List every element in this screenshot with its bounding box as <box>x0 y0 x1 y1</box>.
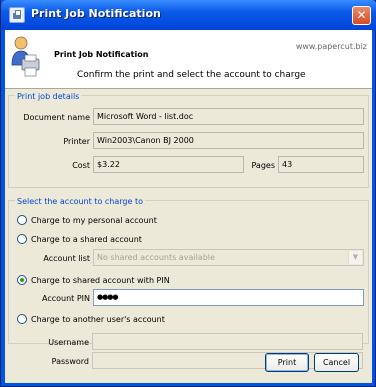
account-pin-label: Account PIN <box>41 294 90 303</box>
account-list-value: No shared accounts available <box>97 253 215 262</box>
account-pin-field[interactable]: ●●●● <box>93 289 364 306</box>
cost-field: $3.22 <box>93 156 244 173</box>
account-list-label: Account list <box>43 254 90 263</box>
close-button[interactable]: ✕ <box>352 6 371 25</box>
select-account-group: Select the account to charge to Charge t… <box>8 197 369 344</box>
header-url[interactable]: www.papercut.biz <box>296 42 367 51</box>
dialog-window: Print Job Notification ✕ Print Job Notif… <box>0 0 376 387</box>
document-name-field: Microsoft Word - list.doc <box>93 108 364 125</box>
radio-shared-account[interactable] <box>17 234 27 244</box>
close-icon: ✕ <box>356 8 367 22</box>
radio-personal-account[interactable] <box>17 215 27 225</box>
radio-shared-account-pin[interactable] <box>17 275 27 285</box>
radio-another-user-account-label[interactable]: Charge to another user's account <box>31 315 165 324</box>
password-label: Password <box>51 357 89 366</box>
username-field[interactable] <box>92 333 363 350</box>
header-message: Confirm the print and select the account… <box>77 70 306 80</box>
username-label: Username <box>48 338 89 347</box>
header-title: Print Job Notification <box>54 50 149 59</box>
document-name-label: Document name <box>23 113 90 122</box>
group-title: Print job details <box>15 92 82 101</box>
printer-field: Win2003\Canon BJ 2000 <box>93 132 364 149</box>
window-title: Print Job Notification <box>31 7 161 20</box>
chevron-down-icon[interactable]: ▼ <box>348 251 362 264</box>
pages-field: 43 <box>278 156 364 173</box>
user-printer-icon <box>11 36 40 77</box>
radio-personal-account-label[interactable]: Charge to my personal account <box>31 216 157 225</box>
radio-another-user-account[interactable] <box>17 314 27 324</box>
group-title: Select the account to charge to <box>15 197 145 206</box>
radio-shared-account-pin-label[interactable]: Charge to shared account with PIN <box>31 276 170 285</box>
dialog-body: Print Job Notification www.papercut.biz … <box>5 30 372 383</box>
print-job-details-group: Print job details Document name Microsof… <box>8 92 369 188</box>
cancel-button[interactable]: Cancel <box>314 353 359 372</box>
radio-shared-account-label[interactable]: Charge to a shared account <box>31 235 142 244</box>
account-list-dropdown[interactable]: No shared accounts available ▼ <box>93 249 364 266</box>
print-button[interactable]: Print <box>265 353 309 372</box>
title-bar[interactable]: Print Job Notification ✕ <box>1 0 376 30</box>
printer-icon <box>9 7 25 23</box>
dialog-header: Print Job Notification www.papercut.biz … <box>5 30 372 89</box>
pages-label: Pages <box>251 161 275 170</box>
printer-label: Printer <box>63 137 90 146</box>
cost-label: Cost <box>72 161 90 170</box>
